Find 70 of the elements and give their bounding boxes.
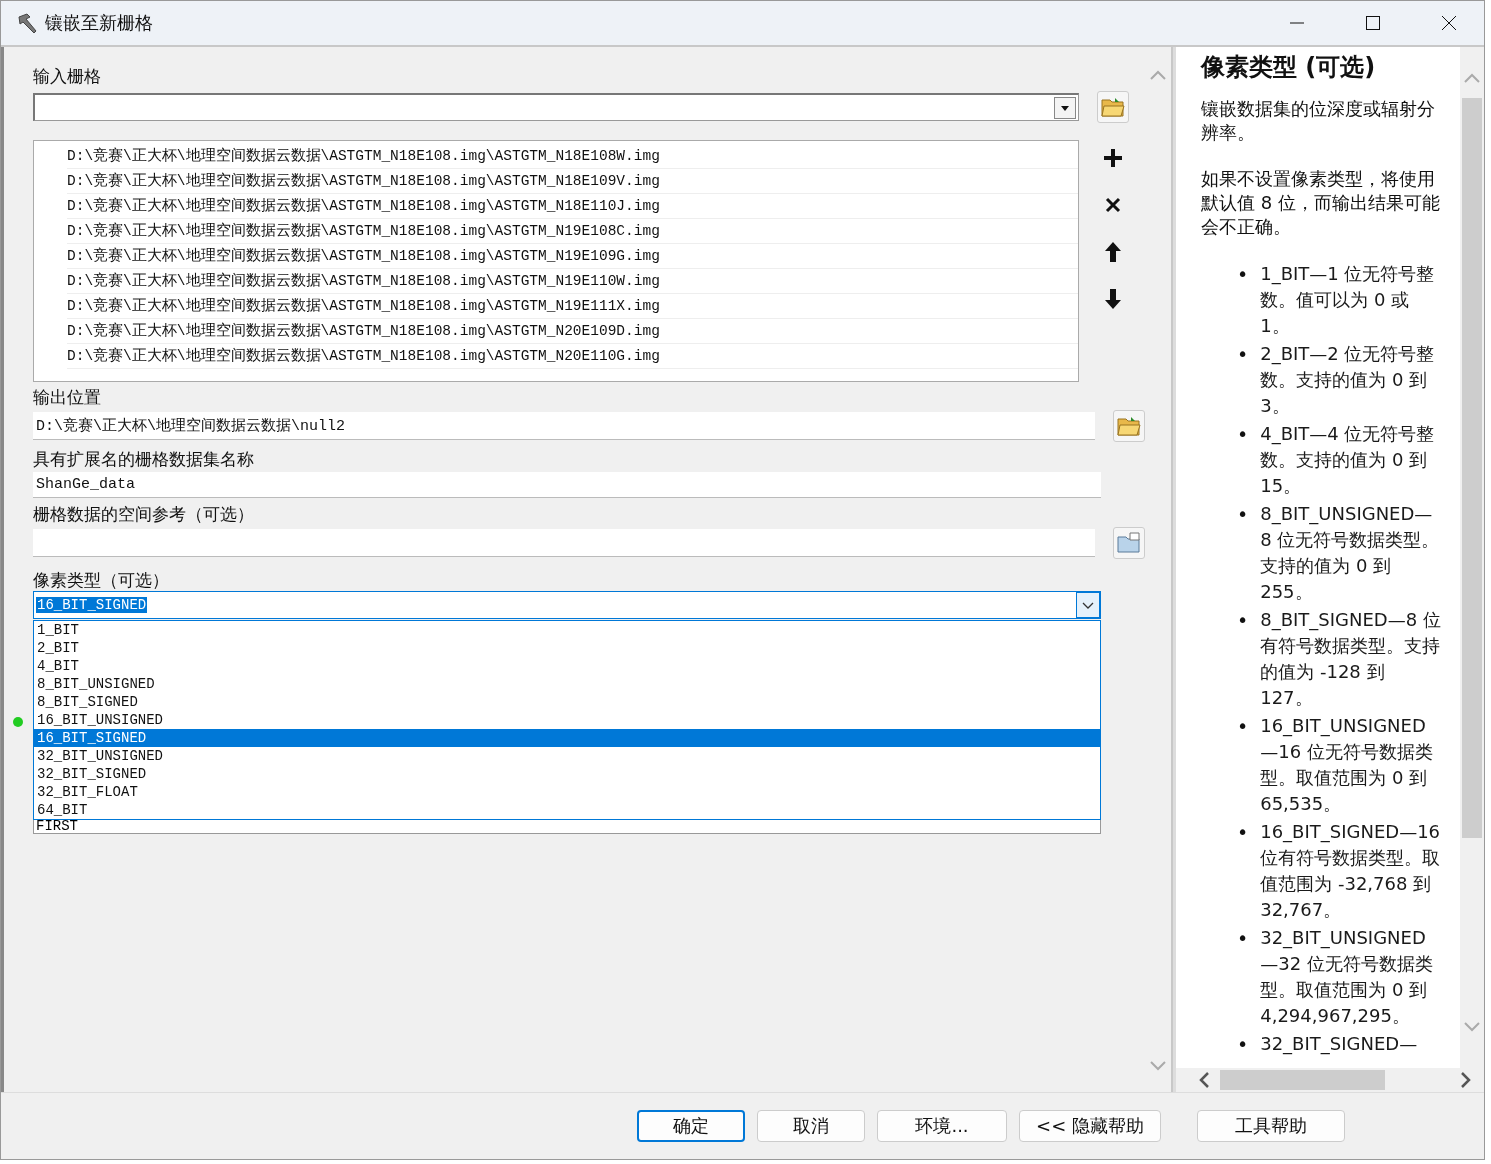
help-bullet: 32_BIT_SIGNED— bbox=[1260, 1032, 1419, 1057]
field-value: FIRST bbox=[36, 819, 78, 833]
plus-icon bbox=[1102, 147, 1124, 169]
raster-path[interactable]: D:\竞赛\正大杯\地理空间数据云数据\ASTGTM_N18E108.img\ASTGTM_N20E110G.img bbox=[67, 344, 1078, 369]
help-bullet: 2_BIT—2 位无符号整数。支持的值为 0 到 3。 bbox=[1260, 342, 1436, 418]
maximize-icon bbox=[1365, 15, 1381, 31]
scroll-up-icon[interactable] bbox=[1463, 72, 1481, 84]
minimize-icon bbox=[1289, 22, 1305, 24]
scroll-down-icon[interactable] bbox=[1149, 1060, 1167, 1072]
dialog-button[interactable]: 环境... bbox=[877, 1110, 1007, 1142]
close-icon bbox=[1441, 15, 1457, 31]
dataset-name-field[interactable]: ShanGe_data bbox=[33, 472, 1101, 498]
close-icon bbox=[1104, 196, 1122, 214]
properties-button[interactable] bbox=[1113, 527, 1145, 559]
raster-path[interactable]: D:\竞赛\正大杯\地理空间数据云数据\ASTGTM_N18E108.img\ASTGTM_N18E110J.img bbox=[67, 194, 1078, 219]
input-raster-dropdown[interactable] bbox=[33, 93, 1079, 121]
help-title: 像素类型 (可选) bbox=[1201, 52, 1377, 83]
scroll-up-icon[interactable] bbox=[1149, 69, 1167, 81]
bullet-marker: • bbox=[1237, 820, 1249, 845]
window-title: 镶嵌至新栅格 bbox=[45, 11, 154, 35]
scroll-down-icon[interactable] bbox=[1463, 1021, 1481, 1033]
help-paragraph: 镶嵌数据集的位深度或辐射分辨率。 bbox=[1201, 97, 1436, 145]
dialog-button[interactable]: 取消 bbox=[757, 1110, 865, 1142]
raster-path[interactable]: D:\竞赛\正大杯\地理空间数据云数据\ASTGTM_N18E108.img\ASTGTM_N19E108C.img bbox=[67, 219, 1078, 244]
browse-button[interactable] bbox=[1113, 410, 1145, 442]
properties-icon bbox=[1117, 532, 1141, 554]
field-label: 具有扩展名的栅格数据集名称 bbox=[33, 448, 255, 470]
dialog-button[interactable]: 工具帮助 bbox=[1197, 1110, 1345, 1142]
help-bullet: 32_BIT_UNSIGNED—32 位无符号数据类型。取值范围为 0 到 4,294,967,295。 bbox=[1260, 926, 1434, 1028]
field-label: 栅格数据的空间参考（可选） bbox=[33, 503, 255, 525]
raster-path[interactable]: D:\竞赛\正大杯\地理空间数据云数据\ASTGTM_N18E108.img\ASTGTM_N19E109G.img bbox=[67, 244, 1078, 269]
help-bullet: 8_BIT_UNSIGNED—8 位无符号数据类型。支持的值为 0 到 255。 bbox=[1260, 502, 1441, 604]
scroll-left-icon[interactable] bbox=[1198, 1071, 1210, 1089]
folder-icon bbox=[1101, 96, 1125, 118]
spatial-reference-field[interactable] bbox=[33, 529, 1095, 557]
status-dot bbox=[13, 717, 23, 727]
dropdown-option[interactable]: 16_BIT_SIGNED bbox=[34, 729, 1100, 747]
help-bullet: 16_BIT_UNSIGNED—16 位无符号数据类型。取值范围为 0 到 65,535。 bbox=[1260, 714, 1434, 816]
raster-path[interactable]: D:\竞赛\正大杯\地理空间数据云数据\ASTGTM_N18E108.img\ASTGTM_N18E109V.img bbox=[67, 169, 1078, 194]
raster-path[interactable]: D:\竞赛\正大杯\地理空间数据云数据\ASTGTM_N18E108.img\ASTGTM_N18E108W.img bbox=[67, 144, 1078, 169]
bullet-marker: • bbox=[1237, 608, 1249, 633]
scroll-right-icon[interactable] bbox=[1460, 1071, 1472, 1089]
help-bullet: 1_BIT—1 位无符号整数。值可以为 0 或 1。 bbox=[1260, 262, 1436, 338]
pixel-type-dropdown[interactable]: 16_BIT_SIGNED bbox=[33, 591, 1101, 619]
bullet-marker: • bbox=[1237, 502, 1249, 527]
help-bullet: 16_BIT_SIGNED—16 位有符号数据类型。取值范围为 -32,768 到 32,767。 bbox=[1260, 820, 1442, 922]
down-arrow-icon bbox=[1103, 287, 1123, 311]
browse-button[interactable] bbox=[1097, 91, 1129, 123]
raster-path[interactable]: D:\竞赛\正大杯\地理空间数据云数据\ASTGTM_N18E108.img\ASTGTM_N19E111X.img bbox=[67, 294, 1078, 319]
field-label: 输出位置 bbox=[33, 386, 102, 408]
scrollbar-thumb[interactable] bbox=[1462, 98, 1482, 838]
raster-path[interactable]: D:\竞赛\正大杯\地理空间数据云数据\ASTGTM_N18E108.img\ASTGTM_N20E109D.img bbox=[67, 319, 1078, 344]
field-label: 像素类型（可选） bbox=[33, 569, 170, 591]
bullet-marker: • bbox=[1237, 714, 1249, 739]
help-bullet: 8_BIT_SIGNED—8 位有符号数据类型。支持的值为 -128 到 127。 bbox=[1260, 608, 1442, 710]
scrollbar-thumb[interactable] bbox=[1220, 1070, 1385, 1090]
bullet-marker: • bbox=[1237, 262, 1249, 287]
dialog-button[interactable]: 确定 bbox=[637, 1110, 745, 1142]
dialog-button[interactable]: << 隐藏帮助 bbox=[1019, 1110, 1161, 1142]
field-label: 输入栅格 bbox=[33, 65, 102, 87]
bullet-marker: • bbox=[1237, 926, 1249, 951]
bullet-marker: • bbox=[1237, 1032, 1249, 1057]
output-location-field[interactable]: D:\竞赛\正大杯\地理空间数据云数据\null2 bbox=[33, 412, 1095, 440]
bullet-marker: • bbox=[1237, 422, 1249, 447]
raster-path[interactable]: D:\竞赛\正大杯\地理空间数据云数据\ASTGTM_N18E108.img\ASTGTM_N19E110W.img bbox=[67, 269, 1078, 294]
folder-icon bbox=[1117, 415, 1141, 437]
up-arrow-icon bbox=[1103, 240, 1123, 264]
bullet-marker: • bbox=[1237, 342, 1249, 367]
help-paragraph: 如果不设置像素类型，将使用默认值 8 位，而输出结果可能会不正确。 bbox=[1201, 167, 1441, 239]
help-bullet: 4_BIT—4 位无符号整数。支持的值为 0 到 15。 bbox=[1260, 422, 1436, 498]
